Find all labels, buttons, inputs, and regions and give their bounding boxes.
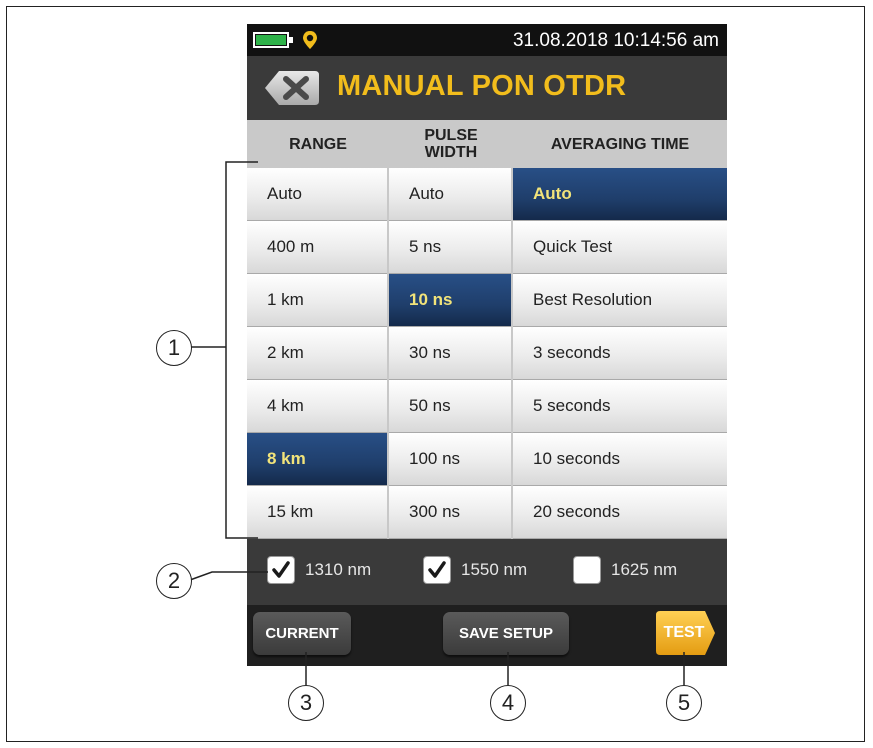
callout-lines (189, 161, 685, 685)
callout-4: 4 (490, 685, 526, 721)
callout-5: 5 (666, 685, 702, 721)
callout-1: 1 (156, 330, 192, 366)
callout-2: 2 (156, 563, 192, 599)
callout-3: 3 (288, 685, 324, 721)
